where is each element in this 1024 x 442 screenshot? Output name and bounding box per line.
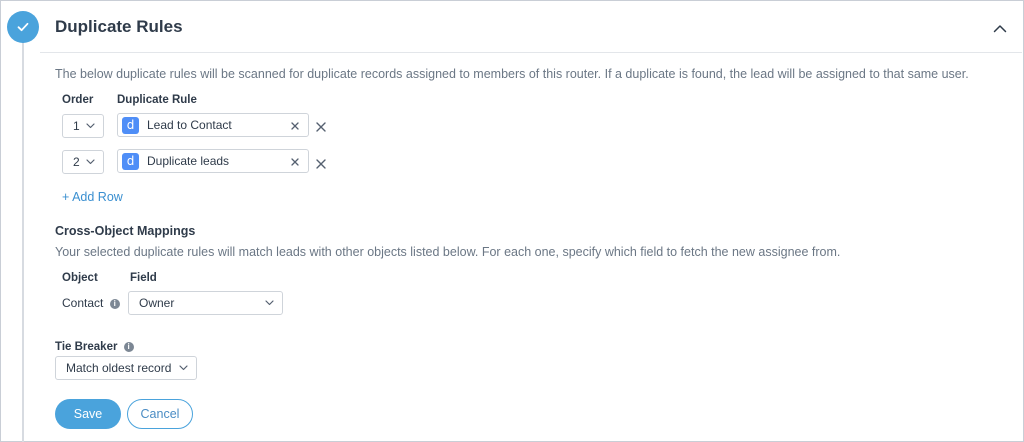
check-icon xyxy=(17,22,29,32)
object-contact-label: Contact i xyxy=(62,296,120,310)
object-column-header: Object xyxy=(62,272,98,284)
close-icon xyxy=(316,122,326,132)
chevron-down-icon xyxy=(86,159,95,165)
order-value: 2 xyxy=(73,155,80,169)
chevron-down-icon xyxy=(265,300,274,306)
remove-row-button-2[interactable] xyxy=(316,156,326,172)
tie-breaker-label: Tie Breaker i xyxy=(55,341,134,353)
duplicate-rule-name: Lead to Contact xyxy=(147,118,232,132)
clear-rule-button[interactable] xyxy=(291,119,299,133)
duplicate-rule-name: Duplicate leads xyxy=(147,154,230,168)
cancel-button[interactable]: Cancel xyxy=(127,399,193,429)
info-icon[interactable]: i xyxy=(109,298,120,309)
tie-breaker-value: Match oldest record xyxy=(66,361,172,375)
order-value: 1 xyxy=(73,119,80,133)
cross-object-mappings-description: Your selected duplicate rules will match… xyxy=(55,245,841,259)
timeline-line xyxy=(22,40,24,442)
cross-object-mappings-title: Cross-Object Mappings xyxy=(55,224,196,238)
object-name: Contact xyxy=(62,296,104,310)
header-divider xyxy=(40,52,1022,53)
panel-description: The below duplicate rules will be scanne… xyxy=(55,67,969,81)
field-select-value: Owner xyxy=(139,296,175,310)
collapse-button[interactable] xyxy=(990,18,1010,38)
add-row-link[interactable]: + Add Row xyxy=(62,190,123,204)
duplicate-rule-badge-icon: d xyxy=(122,116,139,134)
info-icon[interactable]: i xyxy=(123,341,134,352)
save-button[interactable]: Save xyxy=(55,399,121,429)
duplicate-rule-column-header: Duplicate Rule xyxy=(117,94,197,106)
order-select-row-2[interactable]: 2 xyxy=(62,150,104,174)
order-column-header: Order xyxy=(62,94,94,106)
close-icon xyxy=(316,159,326,169)
duplicate-rule-pill-row-1[interactable]: d Lead to Contact xyxy=(117,113,309,137)
field-select[interactable]: Owner xyxy=(128,291,283,315)
tie-breaker-select[interactable]: Match oldest record xyxy=(55,356,197,380)
duplicate-rule-pill-row-2[interactable]: d Duplicate leads xyxy=(117,149,309,173)
step-complete-badge xyxy=(7,11,39,43)
close-icon xyxy=(291,122,299,130)
clear-rule-button[interactable] xyxy=(291,155,299,169)
panel-title: Duplicate Rules xyxy=(55,17,183,36)
tie-breaker-text: Tie Breaker xyxy=(55,341,118,353)
chevron-down-icon xyxy=(86,123,95,129)
chevron-up-icon xyxy=(993,24,1007,32)
chevron-down-icon xyxy=(179,365,188,371)
duplicate-rule-badge-icon: d xyxy=(122,152,139,170)
field-column-header: Field xyxy=(130,272,157,284)
close-icon xyxy=(291,158,299,166)
order-select-row-1[interactable]: 1 xyxy=(62,114,104,138)
remove-row-button-1[interactable] xyxy=(316,119,326,135)
